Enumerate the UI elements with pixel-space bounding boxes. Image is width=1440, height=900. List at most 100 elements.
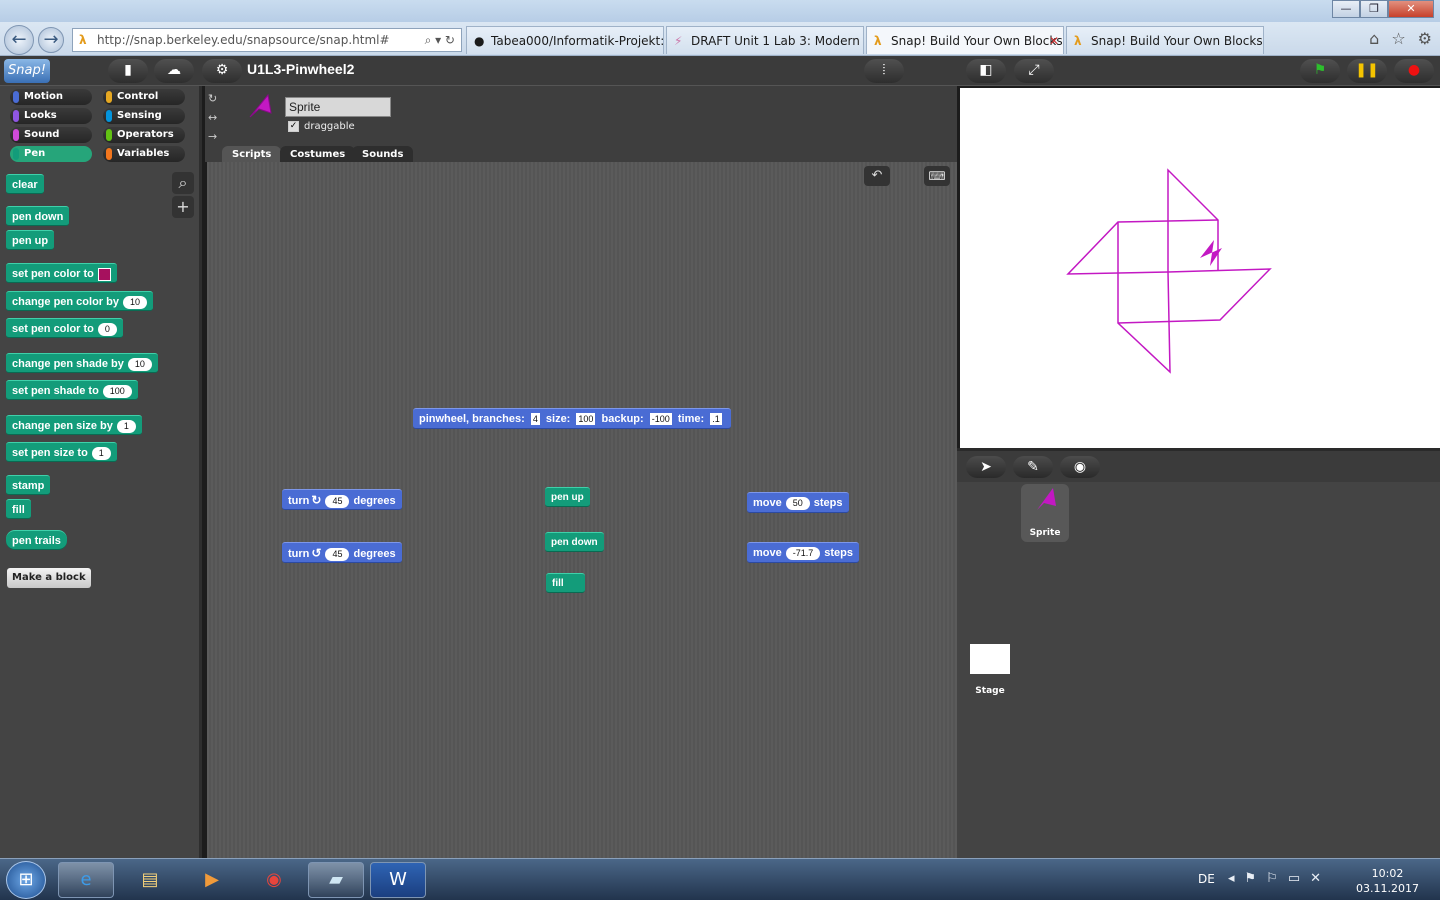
number-slot[interactable]: 1 (116, 420, 136, 433)
block-change-pen-shade[interactable]: change pen shade by 10 (6, 353, 158, 373)
search-icon[interactable]: ⌕ (172, 172, 194, 194)
home-icon[interactable]: ⌂ (1369, 26, 1379, 52)
system-tray-icons[interactable]: ◂⚑⚐▭✕ (1228, 871, 1331, 886)
block-fill[interactable]: fill (6, 499, 31, 519)
stage-thumbnail[interactable] (970, 644, 1010, 674)
sprite-corral-label: Sprite (1029, 528, 1061, 538)
block-change-pen-color[interactable]: change pen color by 10 (6, 291, 153, 311)
settings-button[interactable]: ⚙ (202, 59, 242, 83)
presentation-mode-button[interactable]: ⤢ (1014, 59, 1054, 83)
minimize-button[interactable]: — (1332, 0, 1360, 18)
media-player-icon[interactable]: ▶ (184, 862, 240, 898)
stage[interactable] (960, 88, 1440, 448)
tab-draft-unit[interactable]: ⚡ DRAFT Unit 1 Lab 3: Modern A... (666, 26, 864, 54)
block-set-pen-size[interactable]: set pen size to 1 (6, 442, 117, 462)
category-sensing[interactable]: Sensing (103, 108, 185, 124)
visible-stepping-button[interactable]: ⦙ (864, 59, 904, 83)
block-set-pen-color-number[interactable]: set pen color to 0 (6, 318, 123, 338)
tab-github[interactable]: ● Tabea000/Informatik-Projekt: x... (466, 26, 664, 54)
move-50-block[interactable]: move 50 steps (747, 492, 849, 513)
file-explorer-icon[interactable]: ▤ (122, 862, 178, 898)
sprite-name-field[interactable]: Sprite (285, 97, 391, 117)
cloud-button[interactable]: ☁ (154, 59, 194, 83)
file-menu-button[interactable]: ▮ (108, 59, 148, 83)
time-input[interactable]: .1 (710, 413, 722, 425)
pen-trails-drawing (1066, 168, 1272, 374)
paint-new-sprite-button[interactable]: ✎ (1013, 456, 1053, 478)
stop-button[interactable]: ● (1394, 59, 1434, 83)
block-pen-down[interactable]: pen down (6, 206, 70, 226)
category-pen[interactable]: Pen (10, 146, 92, 162)
notepad-icon[interactable]: ▰ (308, 862, 364, 898)
close-tab-icon[interactable]: ✕ (1049, 27, 1059, 54)
rotation-leftright-icon[interactable]: ↔ (208, 111, 217, 124)
turn-counterclockwise-block[interactable]: turn ↺ 45 degrees (282, 542, 402, 563)
block-stamp[interactable]: stamp (6, 475, 51, 495)
color-swatch[interactable] (97, 267, 111, 281)
tab-scripts[interactable]: Scripts (222, 146, 282, 163)
make-a-block-button[interactable]: Make a block (7, 568, 91, 588)
category-operators[interactable]: Operators (103, 127, 185, 143)
number-slot[interactable]: 1 (91, 447, 111, 460)
size-input[interactable]: 100 (576, 413, 596, 425)
block-pen-up[interactable]: pen up (6, 230, 55, 250)
category-motion[interactable]: Motion (10, 89, 92, 105)
undo-icon[interactable]: ↶ (864, 166, 890, 186)
camera-sprite-button[interactable]: ◉ (1060, 456, 1100, 478)
branches-input[interactable]: 4 (530, 413, 540, 425)
number-slot[interactable]: 10 (122, 296, 147, 309)
block-change-pen-size[interactable]: change pen size by 1 (6, 415, 142, 435)
tab-snap-active[interactable]: λ Snap! Build Your Own Blocks ✕ (866, 26, 1064, 54)
new-turtle-sprite-button[interactable]: ➤ (966, 456, 1006, 478)
number-slot[interactable]: 10 (127, 358, 152, 371)
start-button[interactable]: ⊞ (6, 861, 46, 899)
backup-input[interactable]: -100 (649, 413, 672, 425)
number-slot[interactable]: 0 (97, 323, 117, 336)
snap-logo[interactable]: Snap! (4, 59, 50, 83)
tab-costumes[interactable]: Costumes (280, 146, 356, 163)
move-negative-block[interactable]: move -71.7 steps (747, 542, 860, 563)
degrees-input[interactable]: 45 (325, 548, 350, 561)
settings-gear-icon[interactable]: ⚙ (1418, 26, 1432, 52)
steps-input[interactable]: -71.7 (785, 547, 821, 560)
block-set-pen-color-swatch[interactable]: set pen color to (6, 263, 117, 283)
category-sound[interactable]: Sound (10, 127, 92, 143)
search-refresh-icon[interactable]: ⌕ ▾ ↻ (425, 29, 455, 51)
word-icon[interactable]: W (370, 862, 426, 898)
number-slot[interactable]: 100 (102, 385, 132, 398)
block-pen-trails[interactable]: pen trails (6, 530, 67, 550)
language-indicator[interactable]: DE (1198, 872, 1215, 886)
green-flag-button[interactable]: ⚑ (1300, 59, 1340, 83)
tab-title: Tabea000/Informatik-Projekt: x... (491, 34, 664, 48)
stage-size-button[interactable]: ◧ (966, 59, 1006, 83)
rotation-any-icon[interactable]: ↻ (208, 92, 217, 105)
script-pen-up-block[interactable]: pen up (545, 487, 590, 507)
pinwheel-block[interactable]: pinwheel, branches: 4 size: 100 backup: … (413, 408, 731, 429)
forward-button[interactable]: → (38, 27, 64, 53)
maximize-button[interactable]: ❐ (1360, 0, 1388, 18)
script-fill-block[interactable]: fill (546, 573, 585, 593)
clock[interactable]: 10:02 03.11.2017 (1356, 866, 1419, 896)
tab-sounds[interactable]: Sounds (352, 146, 414, 163)
pause-button[interactable]: ❚❚ (1347, 59, 1387, 83)
add-block-icon[interactable]: + (172, 196, 194, 218)
tab-snap[interactable]: λ Snap! Build Your Own Blocks (1066, 26, 1264, 54)
rotation-none-icon[interactable]: → (208, 130, 217, 143)
script-pen-down-block[interactable]: pen down (545, 532, 604, 552)
block-set-pen-shade[interactable]: set pen shade to 100 (6, 380, 138, 400)
steps-input[interactable]: 50 (785, 497, 810, 510)
degrees-input[interactable]: 45 (325, 495, 350, 508)
draggable-checkbox[interactable]: ✓ (288, 121, 299, 132)
favorites-icon[interactable]: ☆ (1391, 26, 1405, 52)
category-control[interactable]: Control (103, 89, 185, 105)
back-button[interactable]: ← (4, 25, 34, 55)
keyboard-icon[interactable]: ⌨ (924, 166, 950, 186)
internet-explorer-icon[interactable]: e (58, 862, 114, 898)
turn-clockwise-block[interactable]: turn ↻ 45 degrees (282, 489, 402, 510)
category-variables[interactable]: Variables (103, 146, 185, 162)
category-looks[interactable]: Looks (10, 108, 92, 124)
block-clear[interactable]: clear (6, 174, 44, 194)
close-window-button[interactable]: ✕ (1388, 0, 1434, 18)
chrome-icon[interactable]: ◉ (246, 862, 302, 898)
address-bar[interactable]: λ http://snap.berkeley.edu/snapsource/sn… (72, 28, 462, 52)
